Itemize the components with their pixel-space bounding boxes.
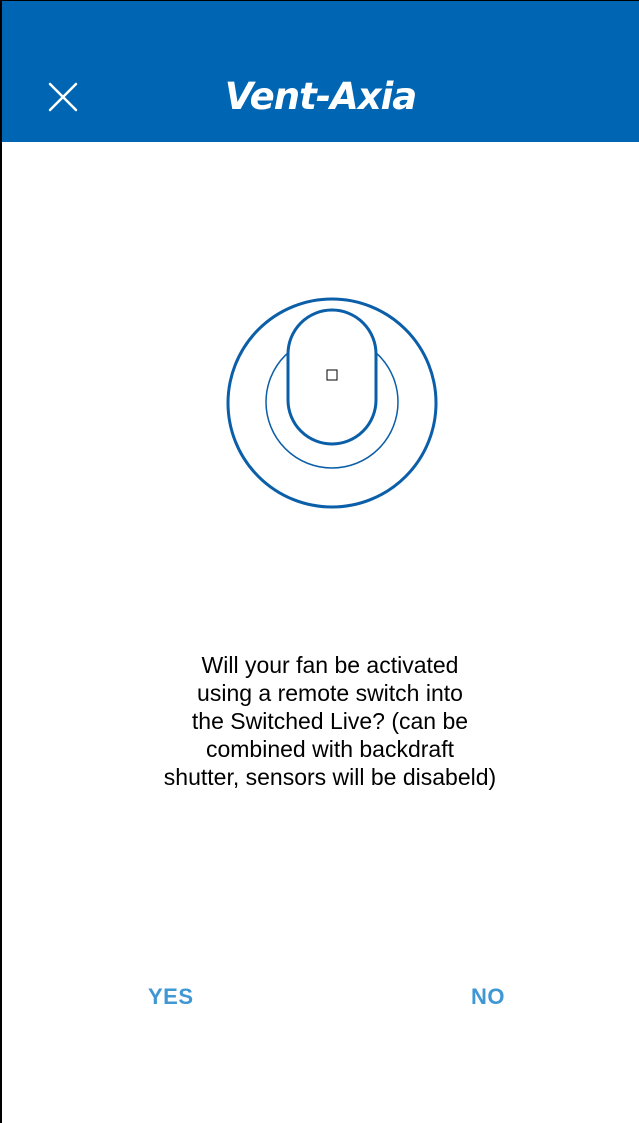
app-header: Vent-Axia [2,1,639,142]
app-screen: Vent-Axia Will your fan be activated usi… [0,0,639,1123]
yes-button[interactable]: YES [148,984,194,1010]
brand-logo: Vent-Axia [224,75,418,118]
no-button[interactable]: NO [471,984,505,1010]
question-text: Will your fan be activated using a remot… [163,652,497,790]
fan-device-icon [226,297,438,509]
